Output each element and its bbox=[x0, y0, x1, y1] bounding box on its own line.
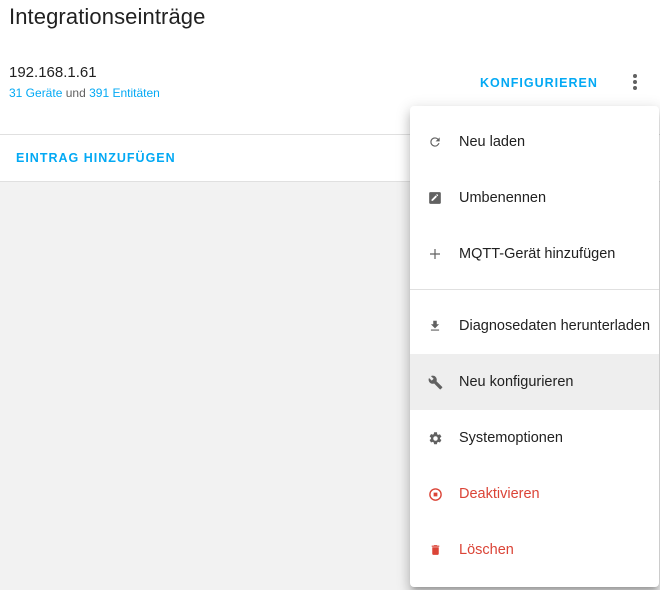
menu-item-reload[interactable]: Neu laden bbox=[410, 114, 659, 170]
menu-divider bbox=[410, 289, 659, 290]
meta-connector: und bbox=[65, 86, 86, 100]
menu-item-label: Systemoptionen bbox=[459, 430, 563, 446]
gear-icon bbox=[426, 429, 444, 447]
devices-link[interactable]: 31 Geräte bbox=[9, 86, 62, 100]
more-vertical-icon bbox=[632, 73, 638, 94]
menu-item-label: Neu laden bbox=[459, 134, 526, 150]
menu-item-reconfigure[interactable]: Neu konfigurieren bbox=[410, 354, 659, 410]
entities-link[interactable]: 391 Entitäten bbox=[89, 86, 160, 100]
menu-item-delete[interactable]: Löschen bbox=[410, 522, 659, 578]
integration-entries-page: Integrationseinträge 192.168.1.61 31 Ger… bbox=[0, 0, 660, 590]
reload-icon bbox=[426, 133, 444, 151]
trash-icon bbox=[426, 541, 444, 559]
add-entry-button[interactable]: EINTRAG HINZUFÜGEN bbox=[9, 146, 183, 170]
menu-item-label: Umbenennen bbox=[459, 190, 547, 206]
overflow-menu-button[interactable] bbox=[622, 70, 648, 96]
entry-meta: 31 Geräte und 391 Entitäten bbox=[9, 86, 160, 100]
wrench-icon bbox=[426, 373, 444, 391]
rename-icon bbox=[426, 189, 444, 207]
menu-item-system-options[interactable]: Systemoptionen bbox=[410, 410, 659, 466]
menu-item-add-mqtt-device[interactable]: MQTT-Gerät hinzufügen bbox=[410, 226, 659, 282]
menu-item-label: Löschen bbox=[459, 542, 514, 558]
plus-icon bbox=[426, 245, 444, 263]
menu-item-disable[interactable]: Deaktivieren bbox=[410, 466, 659, 522]
stop-circle-icon bbox=[426, 485, 444, 503]
menu-item-download-diagnostics[interactable]: Diagnosedaten herunterladen bbox=[410, 298, 659, 354]
menu-item-label: MQTT-Gerät hinzufügen bbox=[459, 246, 616, 262]
menu-item-label: Diagnosedaten herunterladen bbox=[459, 318, 651, 334]
configure-button[interactable]: KONFIGURIEREN bbox=[473, 71, 605, 95]
entry-host: 192.168.1.61 bbox=[9, 64, 97, 81]
download-icon bbox=[426, 317, 444, 335]
overflow-menu: Neu laden Umbenennen MQTT-Gerät hinzufüg… bbox=[410, 106, 659, 587]
card-title: Integrationseinträge bbox=[9, 4, 206, 29]
menu-item-label: Deaktivieren bbox=[459, 486, 540, 502]
menu-item-rename[interactable]: Umbenennen bbox=[410, 170, 659, 226]
menu-item-label: Neu konfigurieren bbox=[459, 374, 574, 390]
